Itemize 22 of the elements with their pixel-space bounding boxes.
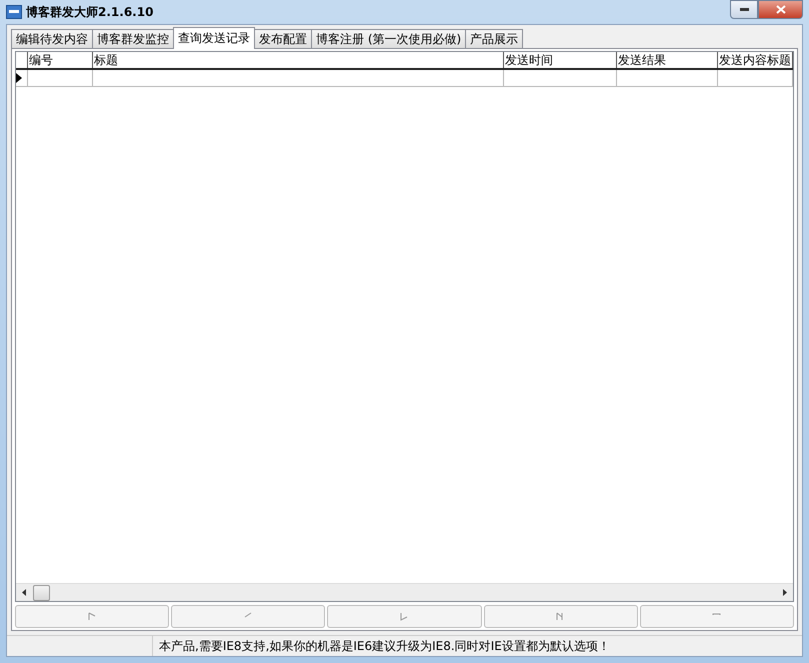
app-icon [6, 5, 22, 19]
minimize-button[interactable] [730, 0, 758, 19]
tab[interactable]: 编辑待发内容 [11, 29, 93, 49]
first-icon [88, 612, 97, 621]
tab[interactable]: 博客注册 (第一次使用必做) [311, 29, 466, 49]
tab[interactable]: 博客群发监控 [92, 29, 174, 49]
tab[interactable]: 查询发送记录 [173, 27, 255, 49]
close-icon [776, 5, 786, 14]
scrollbar-thumb[interactable] [33, 584, 50, 600]
close-button[interactable] [758, 0, 803, 19]
column-header: 编号 [28, 52, 93, 68]
tab[interactable]: 产品展示 [465, 29, 524, 49]
column-header: 发送时间 [504, 52, 617, 68]
tab[interactable]: 发布配置 [254, 29, 312, 49]
column-header: 发送内容标题 [718, 52, 793, 68]
status-message: 本产品,需要IE8支持,如果你的机器是IE6建议升级为IE8.同时对IE设置都为默认选项！ [152, 636, 802, 656]
last-icon [556, 612, 566, 621]
window-title: 博客群发大师2.1.6.10 [26, 4, 154, 20]
minimize-icon [740, 8, 748, 11]
column-header: 标题 [93, 52, 504, 68]
next-icon [400, 612, 409, 621]
column-header: 发送结果 [617, 52, 718, 68]
